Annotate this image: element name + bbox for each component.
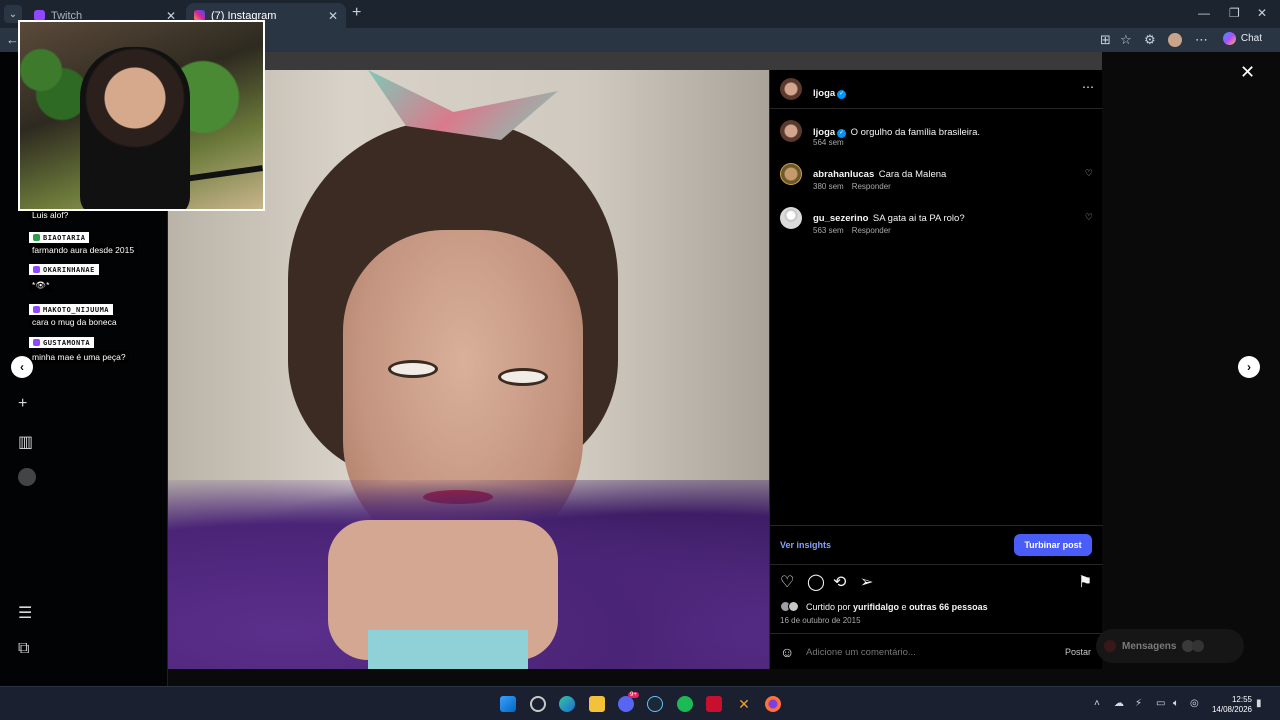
share-icon[interactable]: ➢ [860,572,873,592]
close-tab-icon[interactable]: ✕ [328,9,338,23]
chat-badge-icon [33,306,40,313]
chat-username: GUSTAMONTA [29,337,95,348]
post-details-panel: ljoga ✓ ⋯ ljoga ✓ O orgulho da família bra… [769,70,1103,669]
post-options-icon[interactable]: ⋯ [1082,80,1094,94]
start-icon[interactable] [500,696,516,712]
caption-avatar[interactable] [780,120,802,142]
comment-input[interactable] [806,645,1036,659]
volume-icon[interactable]: 🔈︎ [1173,698,1179,709]
app-icon[interactable] [706,696,722,712]
chat-badge-icon [33,234,40,241]
streamer-webcam [18,20,265,211]
tray-app-icon[interactable]: ☁ [1114,698,1124,709]
next-post-icon[interactable]: › [1238,356,1260,378]
like-comment-icon[interactable]: ♡ [1085,168,1093,179]
chat-message: farmando aura desde 2015 [29,244,138,256]
profile-avatar[interactable] [1168,33,1182,47]
close-window-icon[interactable]: ✕ [1257,6,1267,20]
split-screen-icon[interactable]: ⊞ [1100,32,1111,48]
like-comment-icon[interactable]: ♡ [1085,212,1093,223]
comment-item: abrahanlucas Cara da Malena [813,169,947,180]
more-options-icon[interactable]: ⋯ [1195,32,1208,48]
discord-icon[interactable] [618,696,634,712]
edge-icon[interactable] [559,696,575,712]
chat-badge-icon [33,339,40,346]
extensions-icon[interactable]: ⚙ [1144,32,1156,48]
display-icon[interactable]: ▭ [1156,698,1165,709]
owner-username[interactable]: ljoga [813,88,835,99]
app-icon[interactable]: ✕ [736,696,752,712]
owner-avatar[interactable] [780,78,802,100]
comment-avatar[interactable] [780,163,802,185]
copilot-chat-button[interactable]: Chat [1222,32,1262,45]
apps-icon[interactable]: ⧉ [18,640,29,658]
like-icon[interactable]: ♡ [780,572,794,592]
chat-badge-icon [33,266,40,273]
emoji-icon[interactable]: ☺ [780,644,794,660]
feed-backdrop [168,52,1102,70]
post-date: 16 de outubro de 2015 [780,616,861,625]
chat-message: minha mae é uma peça? [29,351,129,363]
chat-label: Chat [1240,33,1262,44]
chat-username: BIAOTARIA [29,232,90,243]
close-modal-icon[interactable]: ✕ [1240,62,1255,83]
save-bookmark-icon[interactable]: ⚑ [1078,572,1092,592]
chat-username: OKARINHANAE [29,264,99,275]
caption-age: 564 sem [813,138,844,147]
liked-by: Curtido por yurifidalgo e outras 66 pess… [780,601,988,612]
maximize-icon[interactable]: ❐ [1229,6,1240,20]
repost-icon[interactable]: ⟲ [833,572,846,592]
boost-post-button[interactable]: Turbinar post [1014,534,1092,556]
discord-badge: 9+ [628,692,639,698]
verified-badge-icon: ✓ [837,90,847,99]
spotify-icon[interactable] [677,696,693,712]
copilot-icon [1222,32,1236,45]
notifications-icon[interactable]: ▮ [1256,698,1262,709]
comment-meta: 380 sem Responder [813,182,891,191]
liker-avatars [780,601,802,612]
steam-icon[interactable] [647,696,663,712]
new-tab-icon[interactable]: + [352,4,361,22]
firefox-icon[interactable] [765,696,781,712]
favorite-star-icon[interactable]: ☆ [1120,32,1132,48]
show-hidden-icons[interactable]: ˄ [1094,698,1100,709]
file-explorer-icon[interactable] [589,696,605,712]
reply-link[interactable]: Responder [852,226,891,235]
network-icon[interactable]: ◎ [1190,698,1199,709]
windows-taskbar: 9+ ✕ ˄ ☁ ⚡ ▭ 🔈︎ ◎ 12:55 14/08/2026 ▮ [0,686,1280,720]
chat-username: MAKOTO_NIJUUMA [29,304,114,315]
chat-message: cara o mug da boneca [29,316,120,328]
comment-icon[interactable]: ◯ [807,572,825,592]
owner-username-row[interactable]: ljoga ✓ [813,83,847,101]
previous-post-icon[interactable]: ‹ [11,356,33,378]
steam-overlay-icon[interactable] [530,696,546,712]
minimize-icon[interactable]: — [1198,6,1210,20]
view-insights-link[interactable]: Ver insights [780,540,831,550]
comment-meta: 563 sem Responder [813,226,891,235]
messages-icon [1104,640,1116,652]
caption: ljoga ✓ O orgulho da família brasileira. [813,127,980,138]
add-icon[interactable]: + [18,395,27,413]
post-comment-button[interactable]: Postar [1065,647,1091,657]
profile-icon[interactable] [18,468,36,486]
comment-item: gu_sezerino SA gata ai ta PA rolo? [813,213,965,224]
menu-icon[interactable]: ☰ [18,603,32,623]
chat-message: *👁* [29,279,53,292]
insights-icon[interactable]: ▥ [18,432,33,452]
verified-badge-icon: ✓ [837,129,847,138]
reply-link[interactable]: Responder [852,182,891,191]
tray-app-icon[interactable]: ⚡ [1135,698,1142,709]
messages-button[interactable]: Mensagens [1096,629,1244,663]
comment-avatar[interactable] [780,207,802,229]
message-avatar [1192,640,1205,652]
system-clock[interactable]: 12:55 14/08/2026 [1212,695,1252,715]
